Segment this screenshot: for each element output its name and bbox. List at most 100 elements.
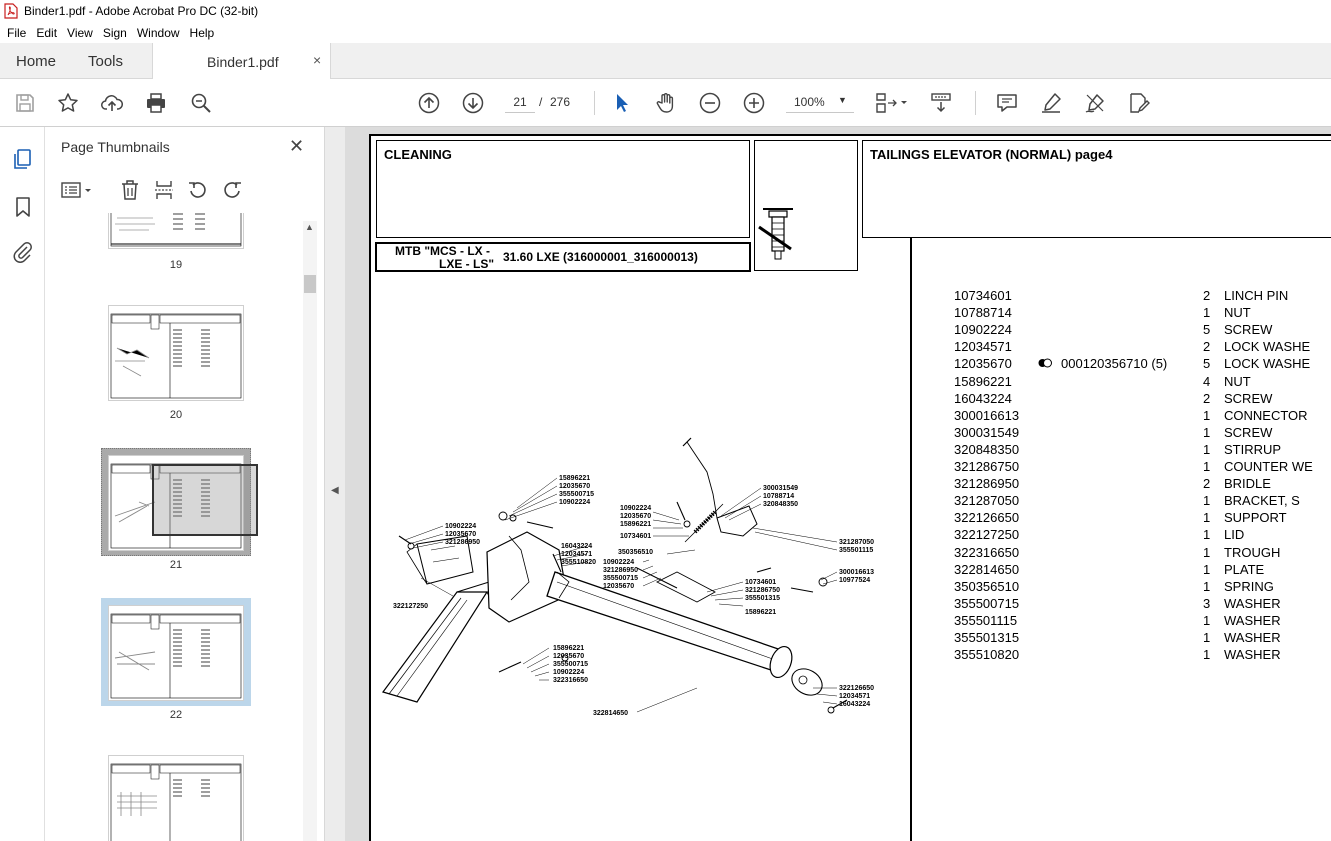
callout-label: 12035670: [445, 531, 476, 538]
thumbnail-page[interactable]: [108, 213, 244, 249]
part-quantity: 1: [1203, 407, 1211, 423]
collapse-panel-icon[interactable]: ◀: [331, 485, 339, 496]
parts-row: 321286750 1 COUNTER WE: [954, 459, 1331, 476]
panel-toolbar: [45, 171, 325, 211]
thumbnail-preview: [110, 213, 242, 247]
part-number: 320848350: [954, 441, 1020, 457]
thumbnail-page[interactable]: [108, 755, 244, 841]
part-quantity: 1: [1203, 459, 1211, 474]
tab-tools[interactable]: Tools: [88, 53, 123, 70]
menu-view[interactable]: View: [62, 26, 98, 40]
page-thumbnails-icon[interactable]: [11, 147, 35, 171]
part-number: 355500715: [954, 595, 1020, 611]
part-description: COUNTER WE: [1224, 459, 1313, 474]
part-quantity: 4: [1203, 373, 1211, 389]
part-description: TROUGH: [1224, 544, 1281, 560]
rotate-right-icon[interactable]: [221, 179, 243, 201]
bookmarks-icon[interactable]: [11, 195, 35, 219]
parts-row: 12035670 000120356710 (5) 5 LOCK WASHE: [954, 356, 1331, 373]
toolbar-divider: [594, 91, 595, 115]
callout-label: 12034571: [839, 693, 870, 700]
scroll-mode-icon[interactable]: [929, 91, 953, 115]
tab-close-icon[interactable]: ×: [313, 52, 321, 68]
tab-document-label: Binder1.pdf: [207, 54, 279, 70]
delete-icon[interactable]: [119, 179, 141, 201]
group-title: TAILINGS ELEVATOR (NORMAL) page4: [870, 147, 1113, 162]
part-quantity: 1: [1203, 561, 1211, 577]
page-fit-icon[interactable]: [874, 91, 908, 115]
part-quantity: 2: [1203, 476, 1211, 492]
rotate-left-icon[interactable]: [187, 179, 209, 201]
callout-label: 10734601: [620, 533, 651, 540]
part-quantity: 1: [1203, 578, 1211, 594]
sign-icon[interactable]: [1083, 91, 1107, 115]
part-description: WASHER: [1224, 647, 1281, 663]
close-icon[interactable]: ✕: [289, 136, 304, 157]
parts-row: 350356510 1 SPRING: [954, 579, 1331, 596]
part-number: 355501115: [954, 612, 1018, 628]
document-view[interactable]: CLEANING MTB "MCS - LX - LXE - LS" 31.60…: [345, 127, 1331, 841]
part-description: BRIDLE: [1224, 476, 1271, 492]
part-number: 322316650: [954, 544, 1020, 560]
part-quantity: 1: [1203, 305, 1211, 321]
callout-label: 10902224: [445, 523, 476, 530]
callout-label: 15896221: [620, 521, 651, 528]
parts-row: 300016613 1 CONNECTOR: [954, 408, 1331, 425]
part-number: 10788714: [954, 305, 1012, 321]
tab-document[interactable]: Binder1.pdf ×: [152, 43, 331, 79]
part-description: PLATE: [1224, 561, 1265, 577]
callout-label: 10902224: [620, 505, 651, 512]
part-description: WASHER: [1224, 595, 1281, 611]
menu-sign[interactable]: Sign: [98, 26, 132, 40]
more-tools-icon[interactable]: [1127, 91, 1151, 115]
thumbnail-list: 19 20 21 22: [45, 213, 305, 841]
callout-label: 10902224: [553, 669, 584, 676]
thumbnail-scrollbar[interactable]: [303, 221, 317, 841]
save-icon[interactable]: [13, 91, 37, 115]
extract-pages-icon[interactable]: [153, 179, 175, 201]
pdf-page: CLEANING MTB "MCS - LX - LXE - LS" 31.60…: [369, 134, 1331, 841]
thumbnail-viewport-box[interactable]: [152, 464, 258, 536]
callout-label: 350356510: [618, 549, 653, 556]
thumbnail-page[interactable]: [108, 305, 244, 401]
column-divider: [910, 238, 912, 841]
attachments-icon[interactable]: [11, 240, 35, 264]
callout-label: 322814650: [593, 710, 628, 717]
find-zoom-icon[interactable]: [189, 91, 213, 115]
thumbnail-page[interactable]: [108, 605, 244, 701]
page-number-input[interactable]: [505, 91, 535, 113]
part-number: 300016613: [954, 407, 1020, 423]
callout-label: 322316650: [553, 677, 588, 684]
part-description: WASHER: [1224, 612, 1281, 628]
callout-label: 300031549: [763, 485, 798, 492]
menu-file[interactable]: File: [2, 26, 31, 40]
select-arrow-icon[interactable]: [609, 91, 633, 115]
next-page-icon[interactable]: [461, 91, 485, 115]
panel-splitter[interactable]: ◀: [325, 127, 345, 841]
part-description: SCREW: [1224, 424, 1273, 440]
highlight-pen-icon[interactable]: [1039, 91, 1063, 115]
print-icon[interactable]: [144, 91, 168, 115]
zoom-in-icon[interactable]: [742, 91, 766, 115]
tab-home[interactable]: Home: [16, 53, 56, 70]
thumbnail-scrollbar-thumb[interactable]: [304, 275, 316, 293]
menu-edit[interactable]: Edit: [31, 26, 62, 40]
parts-row: 320848350 1 STIRRUP: [954, 442, 1331, 459]
parts-row: 10788714 1 NUT: [954, 305, 1331, 322]
comment-icon[interactable]: [995, 91, 1019, 115]
menu-window[interactable]: Window: [132, 26, 185, 40]
parts-row: 10734601 2 LINCH PIN: [954, 288, 1331, 305]
part-number: 355510820: [954, 647, 1020, 663]
hand-icon[interactable]: [654, 91, 678, 115]
callout-label: 321286950: [603, 567, 638, 574]
zoom-select[interactable]: 100% ▼: [786, 91, 854, 113]
part-number: 12034571: [954, 339, 1012, 355]
scroll-up-icon[interactable]: ▲: [305, 222, 314, 232]
prev-page-icon[interactable]: [417, 91, 441, 115]
model-line-1: MTB "MCS - LX -: [395, 244, 491, 258]
upload-icon[interactable]: [100, 91, 124, 115]
thumbnail-options-icon[interactable]: [60, 179, 96, 201]
zoom-out-icon[interactable]: [698, 91, 722, 115]
menu-help[interactable]: Help: [185, 26, 220, 40]
bookmark-star-icon[interactable]: [56, 91, 80, 115]
